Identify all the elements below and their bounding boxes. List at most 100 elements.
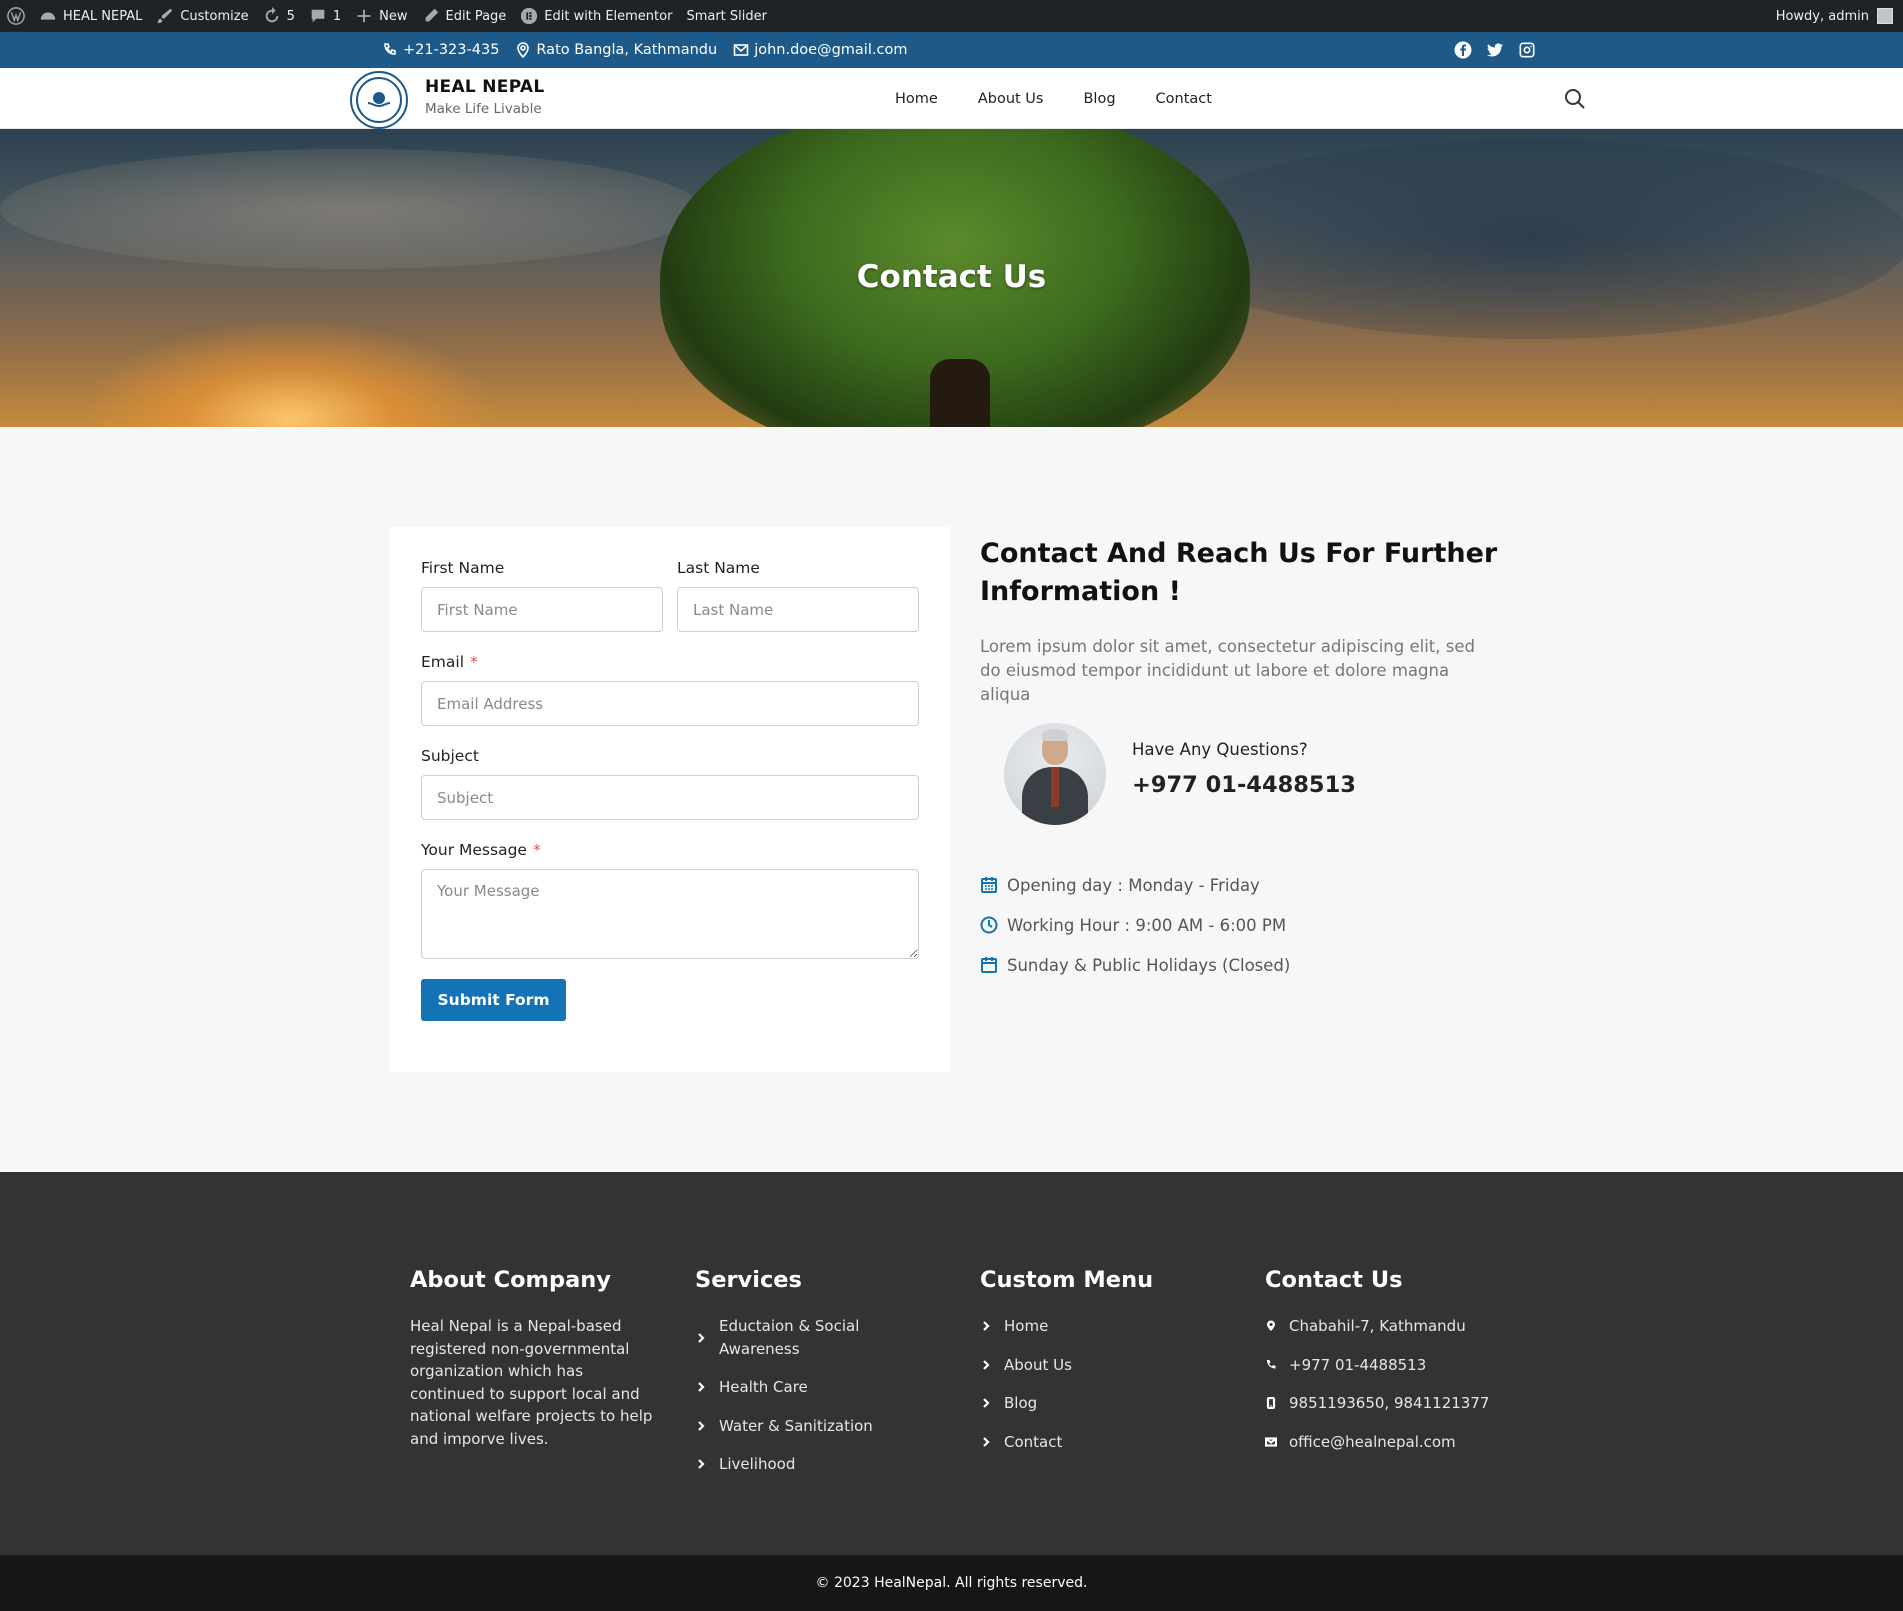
site-footer: About Company Heal Nepal is a Nepal-base… [0, 1172, 1903, 1555]
footer-about-title: About Company [410, 1267, 611, 1293]
site-name-link[interactable]: HEAL NEPAL [32, 0, 149, 32]
nav-item-about-us[interactable]: About Us [978, 91, 1044, 107]
new-label: New [379, 8, 408, 24]
footer-menu-item-about-us[interactable]: About Us [980, 1354, 1153, 1377]
first-name-label: First Name [421, 559, 505, 577]
nav-item-home[interactable]: Home [895, 91, 938, 107]
plus-icon [357, 9, 371, 23]
hours-row: Working Hour : 9:00 AM - 6:00 PM [980, 905, 1290, 945]
my-account-link[interactable]: Howdy, admin [1776, 8, 1903, 24]
footer-service-link[interactable]: Health Care [695, 1376, 885, 1399]
search-button[interactable] [1563, 87, 1587, 111]
footer-contact-title: Contact Us [1265, 1267, 1403, 1293]
comments-link[interactable]: 1 [302, 0, 348, 32]
footer-contact-email[interactable]: office@healnepal.com [1265, 1431, 1489, 1454]
wordpress-logo-button[interactable] [0, 0, 32, 32]
brand-tagline: Make Life Livable [425, 101, 542, 117]
email-input[interactable] [421, 681, 919, 726]
updates-icon [265, 7, 278, 23]
hero-cloud [1150, 139, 1903, 339]
footer-custom-menu: Custom Menu Home About Us Blog Contact [980, 1267, 1153, 1469]
location-pin-icon [1267, 1320, 1275, 1332]
person-hair [1042, 729, 1068, 741]
twitter-icon[interactable] [1486, 41, 1504, 59]
hero-cloud [0, 149, 700, 269]
questions-phone[interactable]: +977 01-4488513 [1132, 772, 1356, 798]
topbar-email[interactable]: john.doe@gmail.com [733, 42, 907, 58]
contact-heading: Contact And Reach Us For Further Informa… [980, 538, 1498, 607]
email-label-row: Email * [421, 653, 478, 671]
updates-count: 5 [286, 8, 295, 24]
instagram-icon[interactable] [1518, 41, 1536, 59]
footer-contact-mobile[interactable]: 9851193650, 9841121377 [1265, 1392, 1489, 1415]
copyright-text: © 2023 HealNepal. All rights reserved. [815, 1575, 1088, 1591]
nav-item-contact[interactable]: Contact [1156, 91, 1212, 107]
footer-phone-text: +977 01-4488513 [1289, 1355, 1427, 1374]
brand[interactable]: HEAL NEPAL Make Life Livable [425, 77, 544, 117]
message-textarea[interactable] [421, 869, 919, 959]
topbar-phone[interactable]: +21-323-435 [382, 42, 499, 58]
footer-menu-item-blog[interactable]: Blog [980, 1392, 1153, 1415]
copyright-bar: © 2023 HealNepal. All rights reserved. [0, 1555, 1903, 1611]
new-content-link[interactable]: New [348, 0, 414, 32]
footer-service-label: Health Care [719, 1378, 808, 1396]
updates-link[interactable]: 5 [256, 0, 302, 32]
smart-slider-label: Smart Slider [686, 8, 767, 24]
edit-page-link[interactable]: Edit Page [415, 0, 514, 32]
required-marker: * [470, 653, 478, 671]
main-nav: Home About Us Blog Contact [895, 68, 1212, 129]
subject-input[interactable] [421, 775, 919, 820]
facebook-icon[interactable] [1454, 41, 1472, 59]
subject-label: Subject [421, 747, 479, 765]
site-logo[interactable] [350, 71, 408, 129]
mobile-icon [1266, 1397, 1276, 1410]
required-marker: * [532, 841, 541, 859]
working-hour-text: Working Hour : 9:00 AM - 6:00 PM [1007, 915, 1287, 935]
chevron-right-icon [983, 1359, 990, 1370]
phone-icon [1267, 1359, 1276, 1369]
brand-name: HEAL NEPAL [425, 77, 545, 97]
topbar-email-text: john.doe@gmail.com [754, 42, 908, 58]
contact-form: First Name Last Name Email * Subject Your… [390, 527, 950, 1072]
footer-menu-item-contact[interactable]: Contact [980, 1431, 1153, 1454]
contact-person-photo [1004, 723, 1106, 825]
envelope-icon [1265, 1437, 1277, 1447]
pencil-icon [425, 8, 438, 22]
top-info-bar: +21-323-435 Rato Bangla, Kathmandu john.… [0, 32, 1903, 68]
last-name-input[interactable] [677, 587, 919, 632]
footer-mobile-text: 9851193650, 9841121377 [1289, 1394, 1490, 1412]
footer-services-title: Services [695, 1267, 802, 1293]
footer-service-label: Water & Sanitization [719, 1416, 873, 1435]
customize-link[interactable]: Customize [149, 0, 255, 32]
footer-services: Services Eductaion & Social Awareness He… [695, 1267, 885, 1492]
envelope-icon [733, 44, 749, 56]
edit-elementor-label: Edit with Elementor [544, 8, 673, 24]
avatar [1877, 8, 1893, 24]
edit-elementor-link[interactable]: Edit with Elementor [513, 0, 679, 32]
chevron-right-icon [983, 1398, 990, 1409]
nav-item-blog[interactable]: Blog [1083, 91, 1115, 107]
calendar-icon [981, 877, 997, 893]
footer-menu-title: Custom Menu [980, 1267, 1154, 1293]
page-hero-banner: Contact Us [0, 129, 1903, 427]
site-name-label: HEAL NEPAL [63, 8, 143, 24]
footer-menu-item-home[interactable]: Home [980, 1315, 1153, 1338]
chevron-right-icon [698, 1332, 705, 1343]
logo-emblem [356, 77, 402, 123]
edit-page-label: Edit Page [445, 8, 507, 24]
first-name-input[interactable] [421, 587, 663, 632]
wordpress-icon [7, 7, 25, 25]
footer-about-text: Heal Nepal is a Nepal-based registered n… [410, 1317, 653, 1448]
customize-label: Customize [180, 8, 249, 24]
hours-row: Opening day : Monday - Friday [980, 865, 1290, 905]
footer-service-link[interactable]: Livelihood [695, 1453, 885, 1476]
opening-day-text: Opening day : Monday - Friday [1007, 875, 1260, 895]
footer-service-link[interactable]: Water & Sanitization [695, 1415, 885, 1438]
smart-slider-link[interactable]: Smart Slider [679, 0, 774, 32]
elementor-icon [521, 7, 538, 25]
footer-contact-address: Chabahil-7, Kathmandu [1265, 1315, 1489, 1338]
submit-form-button[interactable]: Submit Form [421, 979, 566, 1021]
footer-service-link[interactable]: Eductaion & Social Awareness [695, 1315, 885, 1360]
topbar-address-text: Rato Bangla, Kathmandu [536, 42, 718, 58]
footer-contact-phone[interactable]: +977 01-4488513 [1265, 1354, 1489, 1377]
